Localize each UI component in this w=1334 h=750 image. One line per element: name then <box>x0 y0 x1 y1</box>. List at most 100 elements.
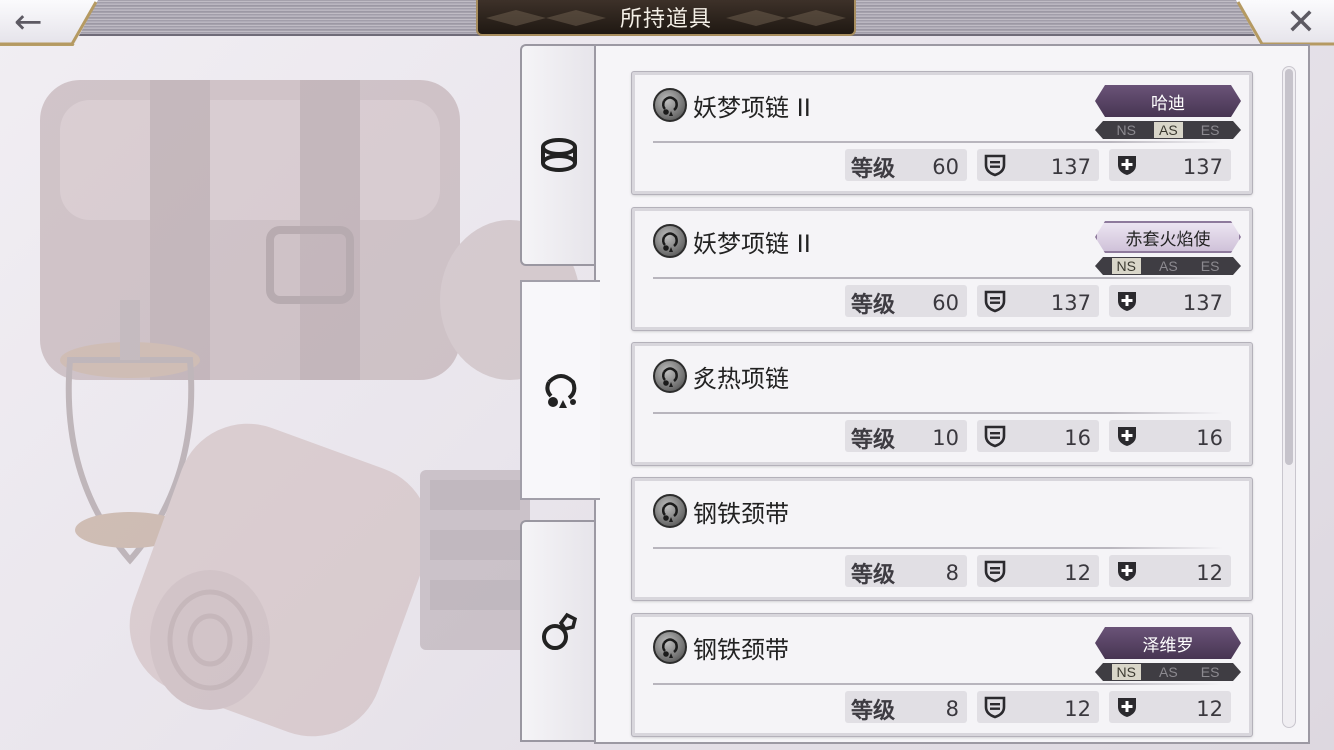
magic-defense-shield-icon <box>1118 562 1136 581</box>
tab-ring[interactable] <box>520 520 596 742</box>
owner-name: 哈迪 <box>1095 85 1241 117</box>
item-name: 钢铁颈带 <box>693 499 789 528</box>
item-name: 妖梦项链 II <box>693 229 811 258</box>
level-stat: 等级 8 <box>845 691 967 724</box>
item-card[interactable]: 钢铁颈带 泽维罗 NS AS ES 等级 8 12 12 <box>632 614 1252 736</box>
level-label: 等级 <box>851 563 896 588</box>
defense-stat: 16 <box>977 420 1099 452</box>
defense-shield-icon <box>984 290 1006 313</box>
magic-defense-stat: 137 <box>1109 285 1231 317</box>
level-stat: 等级 60 <box>845 285 967 318</box>
owner-badge: 泽维罗 <box>1095 627 1241 663</box>
owner-badge: 赤套火焰使 <box>1095 221 1241 257</box>
level-value: 8 <box>945 697 959 721</box>
item-name-row: 妖梦项链 II <box>653 223 811 259</box>
defense-shield-icon <box>984 154 1006 177</box>
mode-as: AS <box>1159 258 1178 274</box>
level-value: 10 <box>932 426 959 450</box>
level-label: 等级 <box>851 428 896 453</box>
mode-strip: NS AS ES <box>1095 663 1241 681</box>
necklace-item-icon <box>653 224 687 258</box>
magic-defense-value: 12 <box>1196 697 1223 721</box>
defense-stat: 137 <box>977 149 1099 181</box>
item-name-row: 炙热项链 <box>653 358 789 394</box>
level-value: 60 <box>932 155 959 179</box>
back-arrow-icon: ← <box>14 2 43 42</box>
mode-ns: NS <box>1111 664 1141 680</box>
magic-defense-stat: 137 <box>1109 149 1231 181</box>
close-button[interactable]: ✕ <box>1236 0 1334 46</box>
divider <box>653 547 1223 549</box>
defense-value: 12 <box>1064 561 1091 585</box>
ornament-icon <box>486 10 606 26</box>
mode-strip: NS AS ES <box>1095 257 1241 275</box>
magic-defense-stat: 16 <box>1109 420 1231 452</box>
magic-defense-value: 16 <box>1196 426 1223 450</box>
item-name: 钢铁颈带 <box>693 635 789 664</box>
defense-shield-icon <box>984 560 1006 583</box>
defense-value: 137 <box>1050 291 1091 315</box>
magic-defense-shield-icon <box>1118 156 1136 175</box>
mode-ns: NS <box>1111 258 1141 274</box>
item-card[interactable]: 妖梦项链 II 哈迪 NS AS ES 等级 60 137 137 <box>632 72 1252 194</box>
necklace-item-icon <box>653 494 687 528</box>
item-card[interactable]: 妖梦项链 II 赤套火焰使 NS AS ES 等级 60 137 137 <box>632 208 1252 330</box>
item-card[interactable]: 钢铁颈带 等级 8 12 12 <box>632 478 1252 600</box>
defense-shield-icon <box>984 696 1006 719</box>
level-label: 等级 <box>851 699 896 724</box>
item-name-row: 妖梦项链 II <box>653 87 811 123</box>
mode-es: ES <box>1200 122 1220 138</box>
defense-value: 16 <box>1064 426 1091 450</box>
magic-defense-value: 12 <box>1196 561 1223 585</box>
magic-defense-value: 137 <box>1182 291 1223 315</box>
mode-strip: NS AS ES <box>1095 121 1241 139</box>
level-stat: 等级 60 <box>845 149 967 182</box>
level-stat: 等级 10 <box>845 420 967 453</box>
magic-defense-shield-icon <box>1118 698 1136 717</box>
owner-name: 泽维罗 <box>1095 627 1241 659</box>
mode-ns: NS <box>1116 122 1136 138</box>
tab-bracelet[interactable] <box>520 44 596 266</box>
defense-stat: 137 <box>977 285 1099 317</box>
item-name: 炙热项链 <box>693 364 789 393</box>
level-label: 等级 <box>851 157 896 182</box>
ornament-icon <box>726 10 846 26</box>
bracelet-icon <box>541 138 577 172</box>
defense-shield-icon <box>984 425 1006 448</box>
necklace-item-icon <box>653 88 687 122</box>
magic-defense-stat: 12 <box>1109 555 1231 587</box>
level-value: 60 <box>932 291 959 315</box>
mode-es: ES <box>1200 664 1220 680</box>
mode-as: AS <box>1154 122 1183 138</box>
mode-as: AS <box>1159 664 1178 680</box>
magic-defense-stat: 12 <box>1109 691 1231 723</box>
divider <box>653 141 1223 143</box>
level-label: 等级 <box>851 293 896 318</box>
level-stat: 等级 8 <box>845 555 967 588</box>
page-title: 所持道具 <box>619 7 712 32</box>
level-value: 8 <box>945 561 959 585</box>
mode-es: ES <box>1200 258 1220 274</box>
divider <box>653 277 1223 279</box>
defense-value: 137 <box>1050 155 1091 179</box>
item-card[interactable]: 炙热项链 等级 10 16 16 <box>632 343 1252 465</box>
close-icon: ✕ <box>1285 2 1316 43</box>
divider <box>653 412 1223 414</box>
item-name-row: 钢铁颈带 <box>653 493 789 529</box>
scroll-thumb[interactable] <box>1285 69 1293 465</box>
necklace-item-icon <box>653 359 687 393</box>
defense-stat: 12 <box>977 555 1099 587</box>
magic-defense-shield-icon <box>1118 292 1136 311</box>
defense-value: 12 <box>1064 697 1091 721</box>
item-name-row: 钢铁颈带 <box>653 629 789 665</box>
scrollbar[interactable] <box>1282 66 1296 728</box>
magic-defense-shield-icon <box>1118 427 1136 446</box>
item-name: 妖梦项链 II <box>693 93 811 122</box>
owner-badge: 哈迪 <box>1095 85 1241 121</box>
tab-necklace[interactable] <box>520 280 600 500</box>
owner-name: 赤套火焰使 <box>1095 221 1241 253</box>
necklace-icon <box>545 374 577 408</box>
magic-defense-value: 137 <box>1182 155 1223 179</box>
necklace-item-icon <box>653 630 687 664</box>
divider <box>653 683 1223 685</box>
